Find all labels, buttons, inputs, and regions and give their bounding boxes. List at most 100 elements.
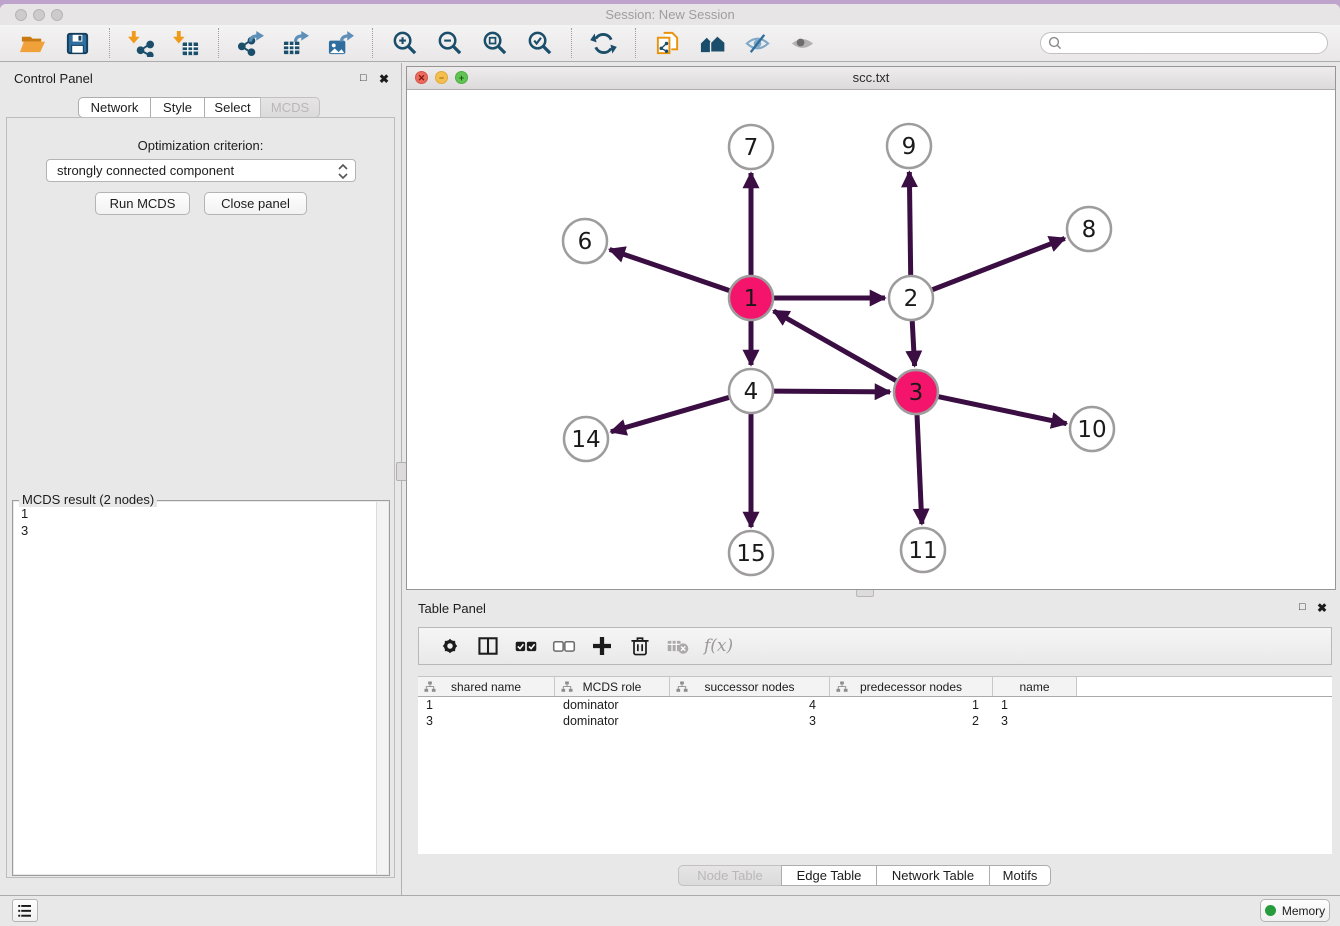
add-column-plus-icon[interactable] [590, 634, 614, 658]
horizontal-splitter-handle[interactable] [856, 589, 874, 597]
graph-node-label-1: 1 [744, 286, 759, 312]
graph-edge-2-8[interactable] [932, 238, 1064, 289]
table-panel-close-icon[interactable]: ✖ [1317, 601, 1327, 615]
graph-edge-3-11[interactable] [917, 415, 922, 524]
clone-network-icon[interactable] [654, 30, 681, 57]
mcds-result-list[interactable]: 13 [14, 502, 388, 874]
column-header-label: shared name [451, 680, 521, 694]
tab-edge-table[interactable]: Edge Table [781, 865, 877, 886]
column-header-shared-name[interactable]: shared name [418, 677, 555, 696]
table-cell[interactable]: 1 [418, 697, 555, 713]
graph-edge-2-3[interactable] [912, 321, 914, 366]
column-header-name[interactable]: name [993, 677, 1077, 696]
search-icon [1048, 36, 1062, 50]
graph-node-label-10: 10 [1077, 417, 1106, 443]
memory-button[interactable]: Memory [1260, 899, 1330, 922]
control-panel-float-icon[interactable]: □ [360, 72, 367, 84]
zoom-fit-icon[interactable] [481, 30, 508, 57]
table-cell[interactable]: dominator [555, 713, 670, 729]
apply-function-fx-icon[interactable]: f(x) [704, 636, 733, 656]
table-row[interactable]: 1dominator411 [418, 697, 1332, 713]
network-window-titlebar: ✕ − + scc.txt [407, 67, 1335, 90]
tab-style[interactable]: Style [150, 97, 205, 118]
hide-selected-eye-slash-icon[interactable] [744, 30, 771, 57]
export-image-icon[interactable] [327, 30, 354, 57]
table-cell[interactable]: 1 [830, 697, 993, 713]
tab-mcds[interactable]: MCDS [260, 97, 320, 118]
result-scrollbar[interactable] [376, 502, 388, 874]
graph-node-label-14: 14 [571, 427, 600, 453]
column-tree-icon [424, 681, 436, 693]
save-session-icon[interactable] [64, 30, 91, 57]
search-input[interactable] [1040, 32, 1328, 54]
table-cell[interactable]: 3 [418, 713, 555, 729]
column-header-successor-nodes[interactable]: successor nodes [670, 677, 830, 696]
show-hidden-eye-icon[interactable] [789, 30, 816, 57]
tab-motifs[interactable]: Motifs [989, 865, 1051, 886]
tab-network-table[interactable]: Network Table [876, 865, 990, 886]
import-table-icon[interactable] [173, 30, 200, 57]
control-panel-tabs: NetworkStyleSelectMCDS [78, 97, 320, 118]
table-cell[interactable]: 3 [670, 713, 830, 729]
criterion-select[interactable]: strongly connected component [46, 159, 356, 182]
column-header-label: name [1019, 680, 1049, 694]
select-all-checkboxes-icon[interactable] [514, 634, 538, 658]
column-tree-icon [676, 681, 688, 693]
graph-edge-2-9[interactable] [909, 172, 910, 275]
import-network-icon[interactable] [128, 30, 155, 57]
table-settings-gear-icon[interactable] [438, 634, 462, 658]
task-history-button[interactable] [12, 899, 38, 922]
network-graph-canvas[interactable]: 7968124314101511 [407, 89, 1335, 589]
table-cell[interactable]: 2 [830, 713, 993, 729]
close-panel-button[interactable]: Close panel [204, 192, 307, 215]
memory-status-dot [1265, 905, 1276, 916]
toolbar-separator [372, 28, 373, 58]
column-header-MCDS-role[interactable]: MCDS role [555, 677, 670, 696]
node-table-body: 1dominator4113dominator323 [418, 697, 1332, 729]
table-cell[interactable]: dominator [555, 697, 670, 713]
refresh-view-icon[interactable] [590, 30, 617, 57]
control-panel-title: Control Panel [14, 71, 93, 86]
tab-select[interactable]: Select [204, 97, 261, 118]
graph-node-label-8: 8 [1082, 217, 1097, 243]
table-cell[interactable]: 1 [993, 697, 1077, 713]
optimization-criterion-label: Optimization criterion: [7, 138, 394, 153]
column-header-label: predecessor nodes [860, 680, 962, 694]
network-view-window: ✕ − + scc.txt 7968124314101511 [406, 66, 1336, 590]
zoom-in-icon[interactable] [391, 30, 418, 57]
export-table-icon[interactable] [282, 30, 309, 57]
graph-edge-4-3[interactable] [774, 391, 890, 392]
select-stepper-icon [336, 163, 350, 180]
deselect-all-checkboxes-icon[interactable] [552, 634, 576, 658]
graph-edge-4-14[interactable] [611, 397, 729, 431]
status-bar: Memory [0, 895, 1340, 926]
list-icon [16, 902, 34, 920]
graph-edge-3-10[interactable] [939, 397, 1067, 424]
search-field [1040, 32, 1328, 54]
node-table: shared name MCDS rolesuccessor nodes prede… [418, 676, 1332, 854]
zoom-out-icon[interactable] [436, 30, 463, 57]
run-mcds-button[interactable]: Run MCDS [95, 192, 190, 215]
toolbar-separator [635, 28, 636, 58]
open-session-icon[interactable] [19, 30, 46, 57]
control-panel-close-icon[interactable]: ✖ [379, 72, 389, 86]
tab-node-table[interactable]: Node Table [678, 865, 782, 886]
zoom-selected-icon[interactable] [526, 30, 553, 57]
split-columns-icon[interactable] [476, 634, 500, 658]
table-row[interactable]: 3dominator323 [418, 713, 1332, 729]
delete-column-trash-icon[interactable] [628, 634, 652, 658]
delete-table-icon[interactable] [666, 634, 690, 658]
graph-node-label-6: 6 [578, 229, 593, 255]
column-header-predecessor-nodes[interactable]: predecessor nodes [830, 677, 993, 696]
main-toolbar [0, 25, 1340, 62]
graph-node-label-2: 2 [904, 286, 919, 312]
tab-network[interactable]: Network [78, 97, 151, 118]
apply-layout-houses-icon[interactable] [699, 30, 726, 57]
table-cell[interactable]: 4 [670, 697, 830, 713]
export-network-icon[interactable] [237, 30, 264, 57]
graph-edge-3-1[interactable] [774, 311, 896, 381]
table-cell[interactable]: 3 [993, 713, 1077, 729]
toolbar-separator [109, 28, 110, 58]
graph-edge-1-6[interactable] [610, 249, 730, 290]
table-panel-float-icon[interactable]: □ [1299, 601, 1306, 613]
